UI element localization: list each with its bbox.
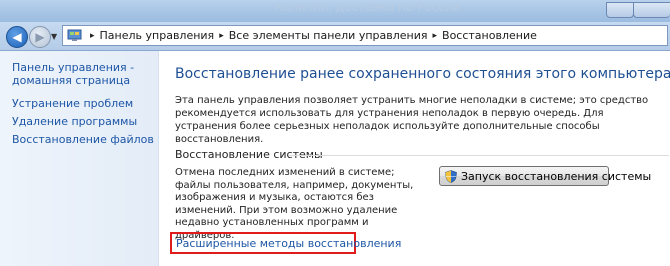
minimize-button[interactable] (606, 2, 634, 18)
breadcrumb-control-panel[interactable]: Панель управления (100, 29, 215, 42)
start-system-restore-label: Запуск восстановления системы (461, 169, 652, 183)
back-button[interactable]: ◀ (6, 26, 28, 48)
highlight-box: Расширенные методы восстановления (170, 232, 401, 254)
uac-shield-icon (445, 169, 457, 183)
breadcrumb-all-items[interactable]: Все элементы панели управления (229, 29, 428, 42)
uninstall-program-link[interactable]: Удаление программы (12, 115, 137, 128)
maximize-button[interactable] (633, 2, 670, 18)
navigation-bar: ◀ ▶ ▼ ▸ Панель управления ▸ Все элементы… (0, 22, 670, 51)
back-arrow-icon: ◀ (12, 30, 22, 44)
control-panel-icon (66, 29, 82, 43)
system-restore-description: Отмена последних изменений в системе; фа… (175, 167, 414, 241)
forward-arrow-icon: ▶ (35, 30, 45, 44)
section-divider (289, 155, 669, 156)
left-navigation-pane: Панель управления - домашняя страница Ус… (0, 51, 159, 266)
control-panel-home-link[interactable]: Панель управления - домашняя страница (12, 61, 142, 87)
breadcrumb-separator-icon[interactable]: ▸ (219, 31, 224, 41)
window-title-bar: наличии, доставка по России (0, 0, 670, 22)
breadcrumb-recovery[interactable]: Восстановление (442, 29, 537, 42)
forward-button[interactable]: ▶ (29, 26, 51, 48)
breadcrumb-separator-icon[interactable]: ▸ (433, 31, 438, 41)
history-dropdown-icon[interactable]: ▼ (51, 32, 57, 41)
page-description: Эта панель управления позволяет устранит… (175, 95, 649, 145)
file-recovery-link[interactable]: Восстановление файлов (12, 133, 154, 146)
breadcrumb-separator-icon[interactable]: ▸ (90, 31, 95, 41)
address-bar[interactable]: ▸ Панель управления ▸ Все элементы панел… (62, 25, 668, 46)
background-text: наличии, доставка по России (275, 0, 461, 14)
advanced-recovery-methods-link[interactable]: Расширенные методы восстановления (176, 237, 401, 250)
page-title: Восстановление ранее сохраненного состоя… (175, 66, 670, 82)
troubleshooting-link[interactable]: Устранение проблем (12, 97, 133, 110)
start-system-restore-button[interactable]: Запуск восстановления системы (439, 166, 651, 186)
